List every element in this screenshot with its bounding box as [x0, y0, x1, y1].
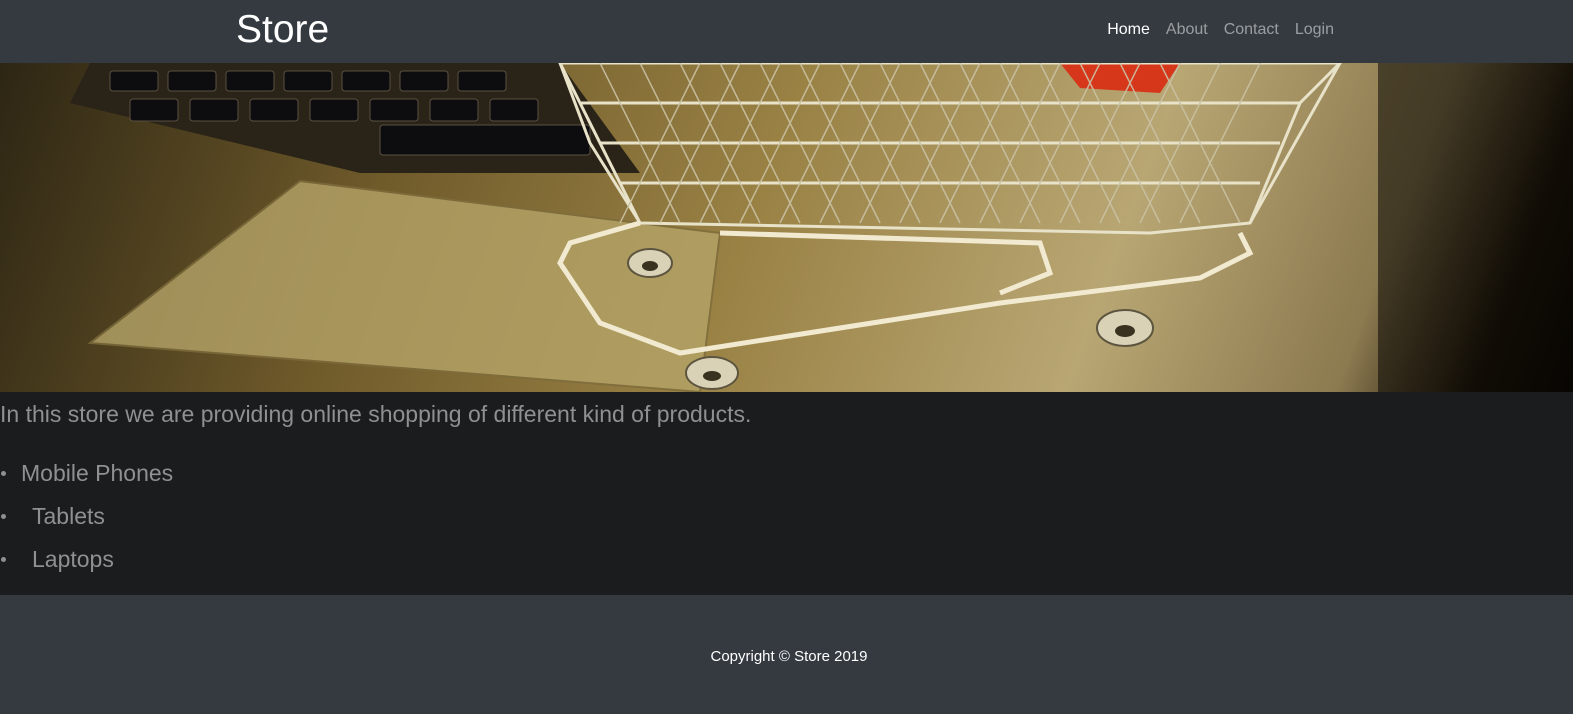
- bullet-icon: [1, 557, 6, 562]
- category-label: Laptops: [32, 546, 114, 572]
- nav-menu: Home About Contact Login: [1107, 20, 1334, 40]
- category-label: Mobile Phones: [21, 460, 174, 486]
- store-intro-text: In this store we are providing online sh…: [0, 401, 752, 427]
- nav-login-link[interactable]: Login: [1295, 20, 1334, 40]
- shopping-cart-photo: [70, 63, 1573, 392]
- nav-contact-link[interactable]: Contact: [1224, 20, 1279, 40]
- brand-logo[interactable]: Store: [236, 7, 329, 53]
- main-content: In this store we are providing online sh…: [0, 392, 1573, 595]
- bullet-icon: [1, 471, 6, 476]
- nav-home-link[interactable]: Home: [1107, 20, 1150, 40]
- hero-banner-image: [0, 63, 1573, 392]
- nav-about-link[interactable]: About: [1166, 20, 1208, 40]
- footer: Copyright © Store 2019: [0, 595, 1573, 714]
- category-label: Tablets: [32, 503, 105, 529]
- copyright-text: Copyright © Store 2019: [710, 648, 868, 665]
- navbar: Store Home About Contact Login: [0, 0, 1573, 63]
- bullet-icon: [1, 514, 6, 519]
